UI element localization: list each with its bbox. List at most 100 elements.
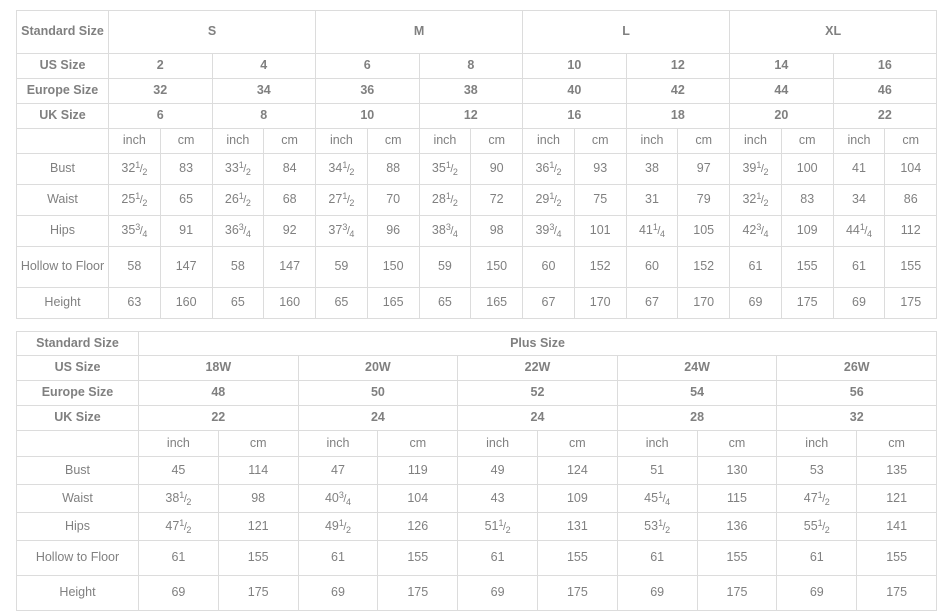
fraction-value: 353/4	[121, 222, 148, 239]
measurement-cm-cell: 152	[573, 246, 627, 288]
standard-unit-row: inch cm inch cm inch cm inch cm inch cm inch cm inch…	[16, 128, 938, 154]
measurement-inch-cell: 53	[776, 456, 858, 485]
us-size-cell: 8	[418, 53, 524, 79]
numeric-value: 155	[247, 550, 269, 565]
uk-size-cell: 20	[729, 103, 834, 129]
unit-header-inch: inch	[625, 128, 679, 154]
measurement-inch-cell: 69	[138, 575, 219, 611]
numeric-value: 65	[437, 295, 452, 310]
numeric-value: 63	[127, 295, 142, 310]
numeric-value: 84	[282, 161, 297, 176]
measurement-inch-cell: 423/4	[729, 215, 782, 247]
numeric-value: 51	[650, 462, 665, 477]
measurement-inch-cell: 511/2	[457, 512, 538, 541]
europe-size-cell: 52	[457, 380, 618, 406]
numeric-value: 155	[407, 550, 429, 565]
fraction-value: 351/2	[431, 160, 458, 177]
measurement-inch-cell: 451/4	[616, 484, 698, 513]
measurement-inch-cell: 61	[776, 540, 858, 576]
measurement-inch-cell: 383/4	[418, 215, 472, 247]
measurement-cm-cell: 130	[696, 456, 778, 485]
uk-size-cell: 6	[108, 103, 213, 129]
uk-size-cell: 24	[297, 405, 459, 431]
measurement-inch-cell: 251/2	[108, 184, 161, 216]
measurement-inch-cell: 61	[297, 540, 379, 576]
unit-header-cm: cm	[377, 430, 459, 457]
measurement-inch-cell: 69	[776, 575, 858, 611]
measurement-cm-cell: 105	[677, 215, 731, 247]
measurement-cm-cell: 112	[884, 215, 938, 247]
unit-header-cm: cm	[884, 128, 938, 154]
measurement-inch-cell: 61	[832, 246, 886, 288]
measurement-cm-cell: 98	[217, 484, 299, 513]
numeric-value: 155	[900, 259, 922, 274]
uk-size-cell: 8	[211, 103, 317, 129]
measurement-cm-cell: 97	[677, 153, 731, 185]
measurement-row-label: Hollow to Floor	[16, 246, 109, 288]
measurement-inch-cell: 471/2	[776, 484, 858, 513]
measurement-cm-cell: 175	[217, 575, 299, 611]
unit-row-corner	[16, 128, 109, 154]
numeric-value: 69	[650, 585, 665, 600]
measurement-cm-cell: 70	[366, 184, 420, 216]
uk-size-cell: 18	[625, 103, 731, 129]
measurement-inch-cell: 65	[315, 287, 368, 319]
measurement-cm-cell: 109	[780, 215, 834, 247]
fraction-value: 531/2	[644, 517, 671, 535]
numeric-value: 98	[251, 490, 266, 505]
fraction-value: 361/2	[535, 160, 562, 177]
us-size-cell: 10	[522, 53, 627, 79]
numeric-value: 59	[437, 259, 452, 274]
measurement-row: Height 69 175 69 175 69 175 69 175 69 175	[16, 575, 938, 611]
measurement-inch-cell: 381/2	[138, 484, 219, 513]
fraction-value: 321/2	[121, 160, 148, 177]
numeric-value: 45	[171, 462, 186, 477]
size-chart-page: Standard Size S M L XL US Size 2 4 6 8 1…	[0, 0, 952, 611]
numeric-value: 114	[248, 462, 269, 477]
fraction-value: 393/4	[535, 222, 562, 239]
plus-us-size-row: US Size 18W 20W 22W 24W 26W	[16, 355, 938, 381]
fraction-value: 381/2	[165, 489, 192, 507]
us-size-cell: 18W	[138, 355, 299, 381]
unit-header-inch: inch	[315, 128, 368, 154]
measurement-inch-cell: 60	[522, 246, 575, 288]
measurement-cm-cell: 155	[780, 246, 834, 288]
measurement-cm-cell: 155	[217, 540, 299, 576]
measurement-cm-cell: 75	[573, 184, 627, 216]
fraction-value: 251/2	[121, 191, 148, 208]
numeric-value: 61	[809, 550, 824, 565]
numeric-value: 155	[566, 550, 588, 565]
measurement-cm-cell: 160	[263, 287, 317, 319]
measurement-inch-cell: 351/2	[418, 153, 472, 185]
europe-size-cell: 56	[776, 380, 938, 406]
measurement-cm-cell: 92	[263, 215, 317, 247]
unit-header-inch: inch	[211, 128, 265, 154]
plus-europe-size-row: Europe Size 48 50 52 54 56	[16, 380, 938, 406]
us-size-cell: 6	[315, 53, 420, 79]
measurement-inch-cell: 47	[297, 456, 379, 485]
fraction-value: 271/2	[328, 191, 355, 208]
measurement-cm-cell: 150	[366, 246, 420, 288]
group-label-m: M	[315, 10, 524, 54]
measurement-cm-cell: 114	[217, 456, 299, 485]
measurement-cm-cell: 115	[696, 484, 778, 513]
measurement-cm-cell: 147	[263, 246, 317, 288]
numeric-value: 70	[386, 192, 401, 207]
numeric-value: 175	[726, 585, 748, 600]
measurement-cm-cell: 175	[856, 575, 938, 611]
measurement-cm-cell: 91	[159, 215, 213, 247]
numeric-value: 83	[179, 161, 194, 176]
numeric-value: 65	[334, 295, 349, 310]
measurement-inch-cell: 61	[729, 246, 782, 288]
unit-header-cm: cm	[696, 430, 778, 457]
uk-size-cell: 22	[138, 405, 299, 431]
measurement-cm-cell: 83	[780, 184, 834, 216]
europe-size-cell: 40	[522, 78, 627, 104]
measurement-inch-cell: 65	[211, 287, 265, 319]
measurement-cm-cell: 83	[159, 153, 213, 185]
standard-size-table: Standard Size S M L XL US Size 2 4 6 8 1…	[16, 10, 938, 319]
row-label-us-size: US Size	[16, 53, 109, 79]
numeric-value: 155	[886, 550, 908, 565]
fraction-value: 403/4	[324, 489, 351, 507]
numeric-value: 61	[171, 550, 186, 565]
